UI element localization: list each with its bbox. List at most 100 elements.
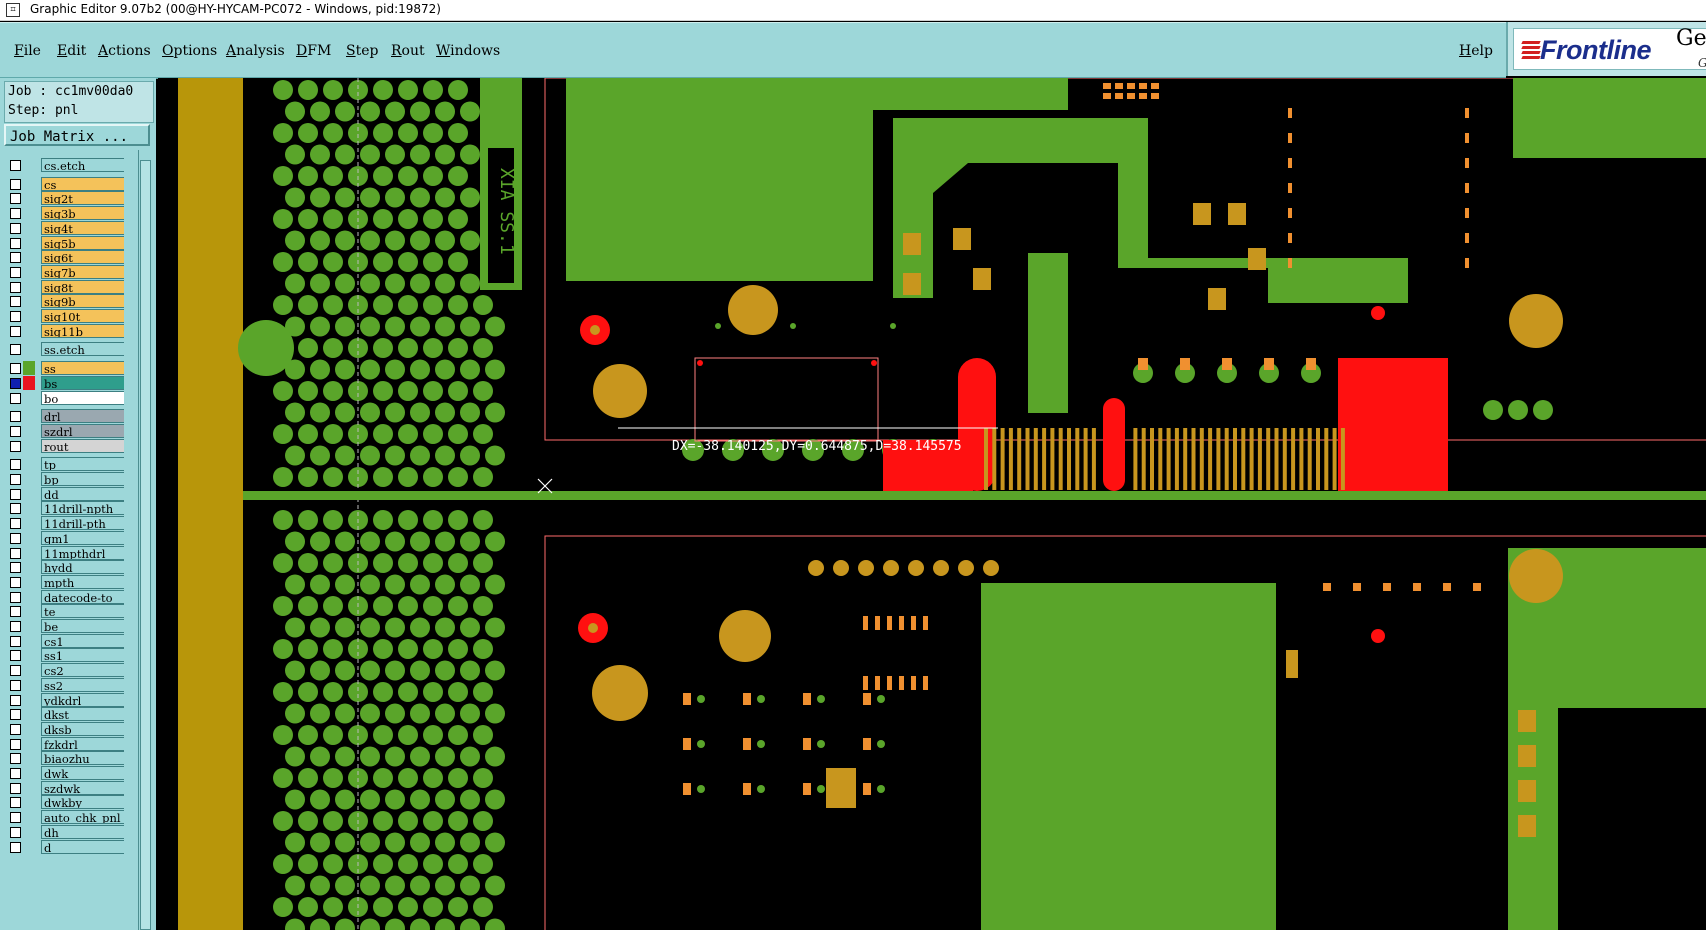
layer-color-swatch[interactable]	[23, 604, 35, 619]
layer-name[interactable]: biaozhu	[41, 751, 124, 766]
layer-row-cs[interactable]: cs	[4, 176, 124, 192]
layer-row-hydd[interactable]: hydd	[4, 560, 124, 575]
layer-checkbox[interactable]	[10, 532, 21, 544]
layer-name[interactable]: sig11b	[41, 323, 124, 338]
layer-checkbox[interactable]	[10, 518, 21, 530]
layer-checkbox[interactable]	[10, 782, 21, 794]
layer-checkbox[interactable]	[10, 160, 21, 171]
layer-row-ydkdrl[interactable]: ydkdrl	[4, 692, 124, 708]
layer-color-swatch[interactable]	[23, 309, 35, 323]
layer-checkbox[interactable]	[10, 377, 21, 389]
layer-color-swatch[interactable]	[23, 619, 35, 633]
layer-color-swatch[interactable]	[23, 677, 35, 692]
layer-checkbox[interactable]	[10, 694, 21, 706]
layer-color-swatch[interactable]	[23, 648, 35, 663]
layer-name[interactable]: szdwk	[41, 780, 124, 795]
layer-row-drl[interactable]: drl	[4, 409, 124, 424]
pcb-view[interactable]: XIA SS.1	[158, 78, 1706, 930]
layer-name[interactable]: 11mpthdrl	[41, 545, 124, 560]
layer-name[interactable]: sig3b	[41, 206, 124, 221]
layer-checkbox[interactable]	[10, 266, 21, 278]
layer-row-11mpthdrl[interactable]: 11mpthdrl	[4, 545, 124, 561]
layer-checkbox[interactable]	[10, 363, 21, 375]
layer-checkbox[interactable]	[10, 222, 21, 234]
menu-step[interactable]: Step	[346, 43, 378, 59]
layer-row-sig10t[interactable]: sig10t	[4, 309, 124, 324]
layer-checkbox[interactable]	[10, 591, 21, 603]
layer-color-swatch[interactable]	[23, 839, 35, 854]
layer-checkbox[interactable]	[10, 392, 21, 404]
layer-checkbox[interactable]	[10, 841, 21, 853]
layer-row-ss2[interactable]: ss2	[4, 677, 124, 693]
layer-color-swatch[interactable]	[23, 250, 35, 265]
layer-row-11drill-pth[interactable]: 11drill-pth	[4, 516, 124, 531]
layer-checkbox[interactable]	[10, 411, 21, 423]
layer-name[interactable]: sig7b	[41, 264, 124, 279]
layer-checkbox[interactable]	[10, 812, 21, 824]
layer-checkbox[interactable]	[10, 562, 21, 574]
layer-checkbox[interactable]	[10, 621, 21, 632]
layer-row-be[interactable]: be	[4, 619, 124, 634]
layer-row-dwk[interactable]: dwk	[4, 766, 124, 781]
layer-row-ss[interactable]: ss	[4, 361, 124, 376]
layer-color-swatch[interactable]	[23, 235, 35, 250]
layer-checkbox[interactable]	[10, 440, 21, 452]
layer-name[interactable]: te	[41, 604, 124, 619]
layer-color-swatch[interactable]	[23, 361, 35, 376]
layer-row-ss.etch[interactable]: ss.etch	[4, 342, 124, 357]
menu-windows[interactable]: Windows	[436, 43, 500, 59]
layer-name[interactable]: cs.etch	[41, 158, 124, 172]
layer-name[interactable]: szdrl	[41, 423, 124, 438]
layer-checkbox[interactable]	[10, 252, 21, 264]
layer-color-swatch[interactable]	[23, 751, 35, 766]
layer-row-dksb[interactable]: dksb	[4, 721, 124, 737]
layer-row-biaozhu[interactable]: biaozhu	[4, 751, 124, 766]
layer-checkbox[interactable]	[10, 237, 21, 249]
layer-color-swatch[interactable]	[23, 574, 35, 589]
layer-color-swatch[interactable]	[23, 158, 35, 172]
layer-color-swatch[interactable]	[23, 342, 35, 357]
layer-color-swatch[interactable]	[23, 176, 35, 191]
layer-checkbox[interactable]	[10, 425, 21, 437]
layer-checkbox[interactable]	[10, 826, 21, 838]
scrollbar-thumb[interactable]	[140, 160, 151, 930]
layer-checkbox[interactable]	[10, 738, 21, 750]
menu-help[interactable]: Help	[1459, 43, 1493, 59]
layer-row-dkst[interactable]: dkst	[4, 707, 124, 722]
layer-color-swatch[interactable]	[23, 423, 35, 438]
layer-checkbox[interactable]	[10, 296, 21, 308]
layer-name[interactable]: d	[41, 839, 124, 854]
layer-row-szdrl[interactable]: szdrl	[4, 423, 124, 439]
layer-row-dh[interactable]: dh	[4, 824, 124, 840]
layer-name[interactable]: 11drill-pth	[41, 516, 124, 531]
layer-checkbox[interactable]	[10, 635, 21, 647]
layer-color-swatch[interactable]	[23, 707, 35, 722]
graphic-canvas[interactable]: XIA SS.1 DX=-38.140125,DY=0.644875,D=38.…	[158, 78, 1706, 930]
layer-checkbox[interactable]	[10, 753, 21, 765]
layer-row-sig3b[interactable]: sig3b	[4, 206, 124, 221]
layer-row-rout[interactable]: rout	[4, 438, 124, 454]
layer-row-cs.etch[interactable]: cs.etch	[4, 158, 124, 173]
layer-color-swatch[interactable]	[23, 220, 35, 235]
layer-color-swatch[interactable]	[23, 264, 35, 279]
layer-name[interactable]: cs	[41, 176, 124, 191]
menu-actions[interactable]: Actions	[98, 43, 151, 59]
layer-row-bo[interactable]: bo	[4, 390, 124, 406]
layer-checkbox[interactable]	[10, 679, 21, 691]
layer-name[interactable]: sig10t	[41, 309, 124, 323]
layer-color-swatch[interactable]	[23, 409, 35, 424]
layer-name[interactable]: ydkdrl	[41, 692, 124, 707]
layer-row-sig7b[interactable]: sig7b	[4, 264, 124, 280]
layer-row-bs[interactable]: bs	[4, 375, 124, 391]
layer-checkbox[interactable]	[10, 606, 21, 618]
layer-name[interactable]: sig6t	[41, 250, 124, 265]
layer-row-mpth[interactable]: mpth	[4, 574, 124, 590]
layer-color-swatch[interactable]	[23, 472, 35, 486]
layer-name[interactable]: sig5b	[41, 235, 124, 250]
layer-name[interactable]: bo	[41, 390, 124, 405]
layer-row-sig6t[interactable]: sig6t	[4, 250, 124, 265]
layer-row-d[interactable]: d	[4, 839, 124, 855]
layer-scrollbar[interactable]	[138, 150, 153, 930]
layer-row-sig9b[interactable]: sig9b	[4, 294, 124, 309]
layer-color-swatch[interactable]	[23, 486, 35, 501]
